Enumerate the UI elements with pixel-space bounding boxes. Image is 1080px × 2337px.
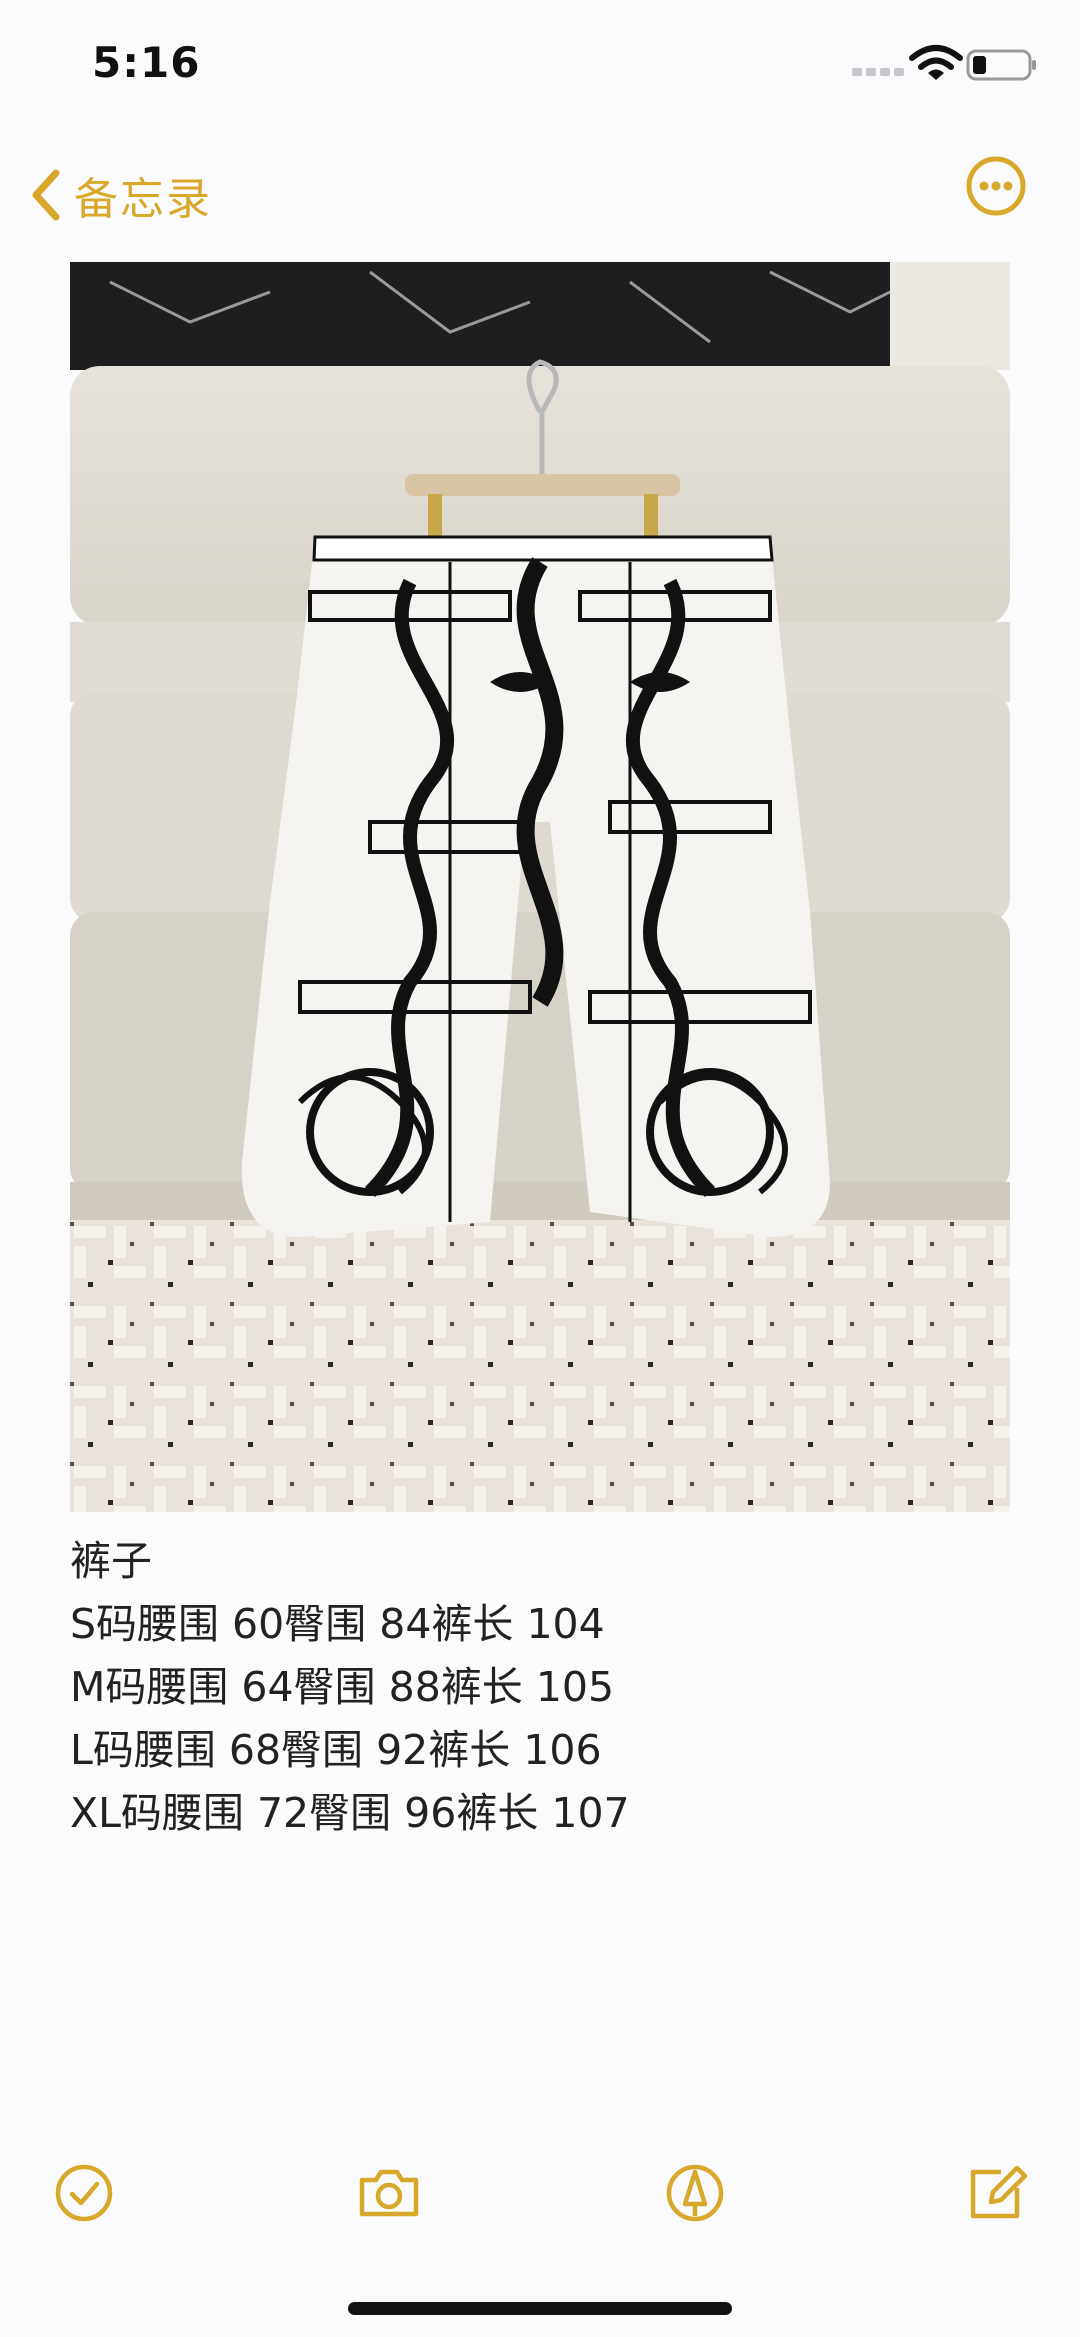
signal-icon [852, 68, 904, 76]
note-line-size-l: L码腰围 68臀围 92裤长 106 [70, 1726, 602, 1774]
wifi-icon [909, 45, 963, 80]
back-button[interactable]: 备忘录 [28, 150, 212, 240]
note-body[interactable]: 裤子 S码腰围 60臀围 84裤长 104 M码腰围 64臀围 88裤长 105… [70, 1530, 1010, 1845]
ellipsis-circle-icon[interactable] [964, 154, 1028, 218]
chevron-left-icon [32, 169, 60, 221]
navigation-bar: 备忘录 [0, 140, 1080, 250]
battery-icon [966, 49, 1036, 81]
back-button-label: 备忘录 [74, 174, 212, 225]
home-indicator[interactable] [348, 2302, 732, 2315]
status-time: 5:16 [92, 38, 201, 87]
compose-icon[interactable] [961, 2158, 1031, 2228]
camera-icon[interactable] [354, 2158, 424, 2228]
note-line-size-xl: XL码腰围 72臀围 96裤长 107 [70, 1789, 630, 1837]
note-line-size-s: S码腰围 60臀围 84裤长 104 [70, 1600, 605, 1648]
note-photo[interactable] [70, 262, 1010, 1512]
checklist-icon[interactable] [49, 2158, 119, 2228]
status-bar: 5:16 [0, 0, 1080, 130]
markup-pen-icon[interactable] [660, 2158, 730, 2228]
note-line-title: 裤子 [70, 1537, 152, 1585]
note-line-size-m: M码腰围 64臀围 88裤长 105 [70, 1663, 615, 1711]
bottom-toolbar [0, 2150, 1080, 2240]
